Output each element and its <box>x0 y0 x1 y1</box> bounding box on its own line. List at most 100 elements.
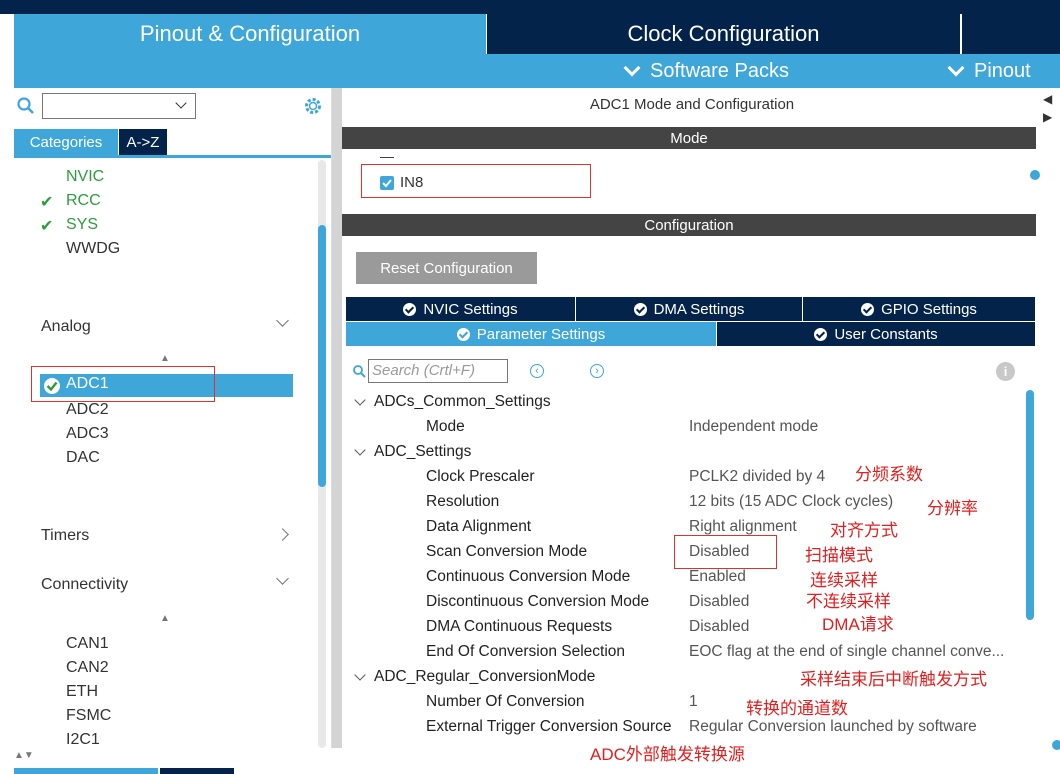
param-number-of-conversion-value[interactable]: 1 <box>689 693 698 711</box>
chevron-down-icon[interactable] <box>354 444 366 456</box>
tab-label: Parameter Settings <box>476 325 606 343</box>
page-title: ADC1 Mode and Configuration <box>589 96 795 113</box>
bottom-tab-active[interactable] <box>14 768 158 774</box>
param-data-alignment-value[interactable]: Right alignment <box>689 518 797 536</box>
sort-icon: ▲ <box>160 613 170 624</box>
chevron-down-icon[interactable] <box>354 669 366 681</box>
tab-label: User Constants <box>834 325 938 343</box>
reset-configuration-button[interactable]: Reset Configuration <box>356 252 537 284</box>
section-connectivity[interactable]: Connectivity <box>41 576 128 600</box>
tab-clock-configuration[interactable]: Clock Configuration <box>487 14 960 54</box>
annotation-scan-mode: 扫描模式 <box>805 546 873 565</box>
tree-item-adc3[interactable]: ADC3 <box>66 425 109 447</box>
tab-underline <box>14 155 331 158</box>
chevron-down-icon <box>947 59 965 77</box>
param-discontinuous-conversion-value[interactable]: Disabled <box>689 593 749 611</box>
category-search-input[interactable] <box>42 93 196 119</box>
ok-icon <box>814 327 828 341</box>
left-scrollbar-thumb[interactable] <box>318 225 326 487</box>
chevron-down-icon <box>623 59 641 77</box>
param-clock-prescaler-label: Clock Prescaler <box>426 468 535 485</box>
param-data-alignment-label: Data Alignment <box>426 518 532 535</box>
tree-item-can1[interactable]: CAN1 <box>66 635 109 657</box>
chevron-down-icon <box>175 97 187 109</box>
annotation-conversion-count: 转换的通道数 <box>746 699 848 718</box>
annotation-alignment: 对齐方式 <box>830 521 898 540</box>
highlight-box-adc1 <box>31 366 215 402</box>
param-external-trigger-value[interactable]: Regular Conversion launched by software <box>689 718 977 736</box>
param-scan-conversion-label: Scan Conversion Mode <box>426 543 588 560</box>
tree-item-i2c1[interactable]: I2C1 <box>66 731 100 753</box>
mode-header: Mode <box>342 127 1036 149</box>
expand-right-icon[interactable]: ▶ <box>1043 110 1052 124</box>
panel-splitter[interactable] <box>332 88 342 748</box>
group-adcs-common-settings[interactable]: ADCs_Common_Settings <box>374 393 551 416</box>
group-adc-settings[interactable]: ADC_Settings <box>374 443 471 466</box>
tree-item-rcc[interactable]: RCC <box>66 192 101 214</box>
param-dma-requests-label: DMA Continuous Requests <box>426 618 613 635</box>
expand-collapse-icon[interactable]: ▲▼ <box>14 750 34 761</box>
tree-item-eth[interactable]: ETH <box>66 683 98 705</box>
tab-dma-settings[interactable]: DMA Settings <box>576 297 802 321</box>
tab-a-to-z[interactable]: A->Z <box>119 129 167 155</box>
next-icon[interactable]: › <box>590 364 604 378</box>
tab-pinout-configuration[interactable]: Pinout & Configuration <box>14 14 486 54</box>
tab-gpio-settings[interactable]: GPIO Settings <box>803 297 1035 321</box>
param-continuous-conversion-value[interactable]: Enabled <box>689 568 746 586</box>
section-analog[interactable]: Analog <box>41 318 91 342</box>
tab-nvic-settings[interactable]: NVIC Settings <box>346 297 575 321</box>
annotation-resolution: 分辨率 <box>927 499 978 518</box>
sort-icon: ▲ <box>160 353 170 364</box>
tab-label: NVIC Settings <box>423 300 518 318</box>
chevron-down-icon[interactable] <box>354 394 366 406</box>
software-packs-label: Software Packs <box>650 59 789 82</box>
previous-icon[interactable]: ‹ <box>530 364 544 378</box>
tab-parameter-settings[interactable]: Parameter Settings <box>346 322 716 346</box>
pinout-menu[interactable]: Pinout <box>946 54 1031 88</box>
param-eoc-selection-label: End Of Conversion Selection <box>426 643 626 660</box>
annotation-eoc: 采样结束后中断触发方式 <box>800 670 987 689</box>
info-icon[interactable]: i <box>996 362 1015 381</box>
tab-label: DMA Settings <box>653 300 745 318</box>
scroll-indicator <box>1052 740 1060 750</box>
tab-label: GPIO Settings <box>881 300 977 318</box>
parameter-search-input[interactable]: Search (Crtl+F) <box>368 359 508 383</box>
tree-item-can2[interactable]: CAN2 <box>66 659 109 681</box>
software-packs-menu[interactable]: Software Packs <box>622 54 789 88</box>
tree-item-sys[interactable]: SYS <box>66 216 98 238</box>
tab-user-constants[interactable]: User Constants <box>717 322 1035 346</box>
param-mode-value[interactable]: Independent mode <box>689 418 818 436</box>
param-discontinuous-conversion-label: Discontinuous Conversion Mode <box>426 593 650 610</box>
tree-item-dac[interactable]: DAC <box>66 449 100 471</box>
tree-item-wwdg[interactable]: WWDG <box>66 240 120 262</box>
tree-item-adc2[interactable]: ADC2 <box>66 401 109 423</box>
pinout-label: Pinout <box>974 59 1031 82</box>
highlight-box-scan-mode <box>674 535 777 569</box>
gear-icon[interactable] <box>302 95 324 117</box>
group-adc-regular-conversion[interactable]: ADC_Regular_ConversionMode <box>374 668 595 691</box>
param-clock-prescaler-value[interactable]: PCLK2 divided by 4 <box>689 468 825 486</box>
param-dma-requests-value[interactable]: Disabled <box>689 618 749 636</box>
tree-item-fsmc[interactable]: FSMC <box>66 707 111 729</box>
section-timers[interactable]: Timers <box>41 527 89 551</box>
sub-toolbar: Software Packs Pinout <box>14 54 1060 88</box>
tree-item-nvic[interactable]: NVIC <box>66 168 104 190</box>
mode-separator: — <box>380 148 394 164</box>
collapse-left-icon[interactable]: ◀ <box>1043 92 1052 106</box>
param-eoc-selection-value[interactable]: EOC flag at the end of single channel co… <box>689 643 1004 661</box>
check-icon: ✔ <box>40 194 54 211</box>
tab-more[interactable] <box>961 14 1060 54</box>
tab-categories[interactable]: Categories <box>14 129 118 155</box>
highlight-box-in8 <box>361 164 591 198</box>
annotation-external-trigger: ADC外部触发转换源 <box>590 745 745 764</box>
scroll-indicator <box>1030 170 1040 180</box>
bottom-tab[interactable] <box>160 768 234 774</box>
right-scrollbar-thumb[interactable] <box>1026 390 1034 620</box>
ok-icon <box>456 327 470 341</box>
param-resolution-value[interactable]: 12 bits (15 ADC Clock cycles) <box>689 493 893 511</box>
configuration-header: Configuration <box>342 214 1036 236</box>
annotation-prescaler: 分频系数 <box>855 465 923 484</box>
param-resolution-label: Resolution <box>426 493 500 510</box>
ok-icon <box>403 302 417 316</box>
ok-icon <box>633 302 647 316</box>
